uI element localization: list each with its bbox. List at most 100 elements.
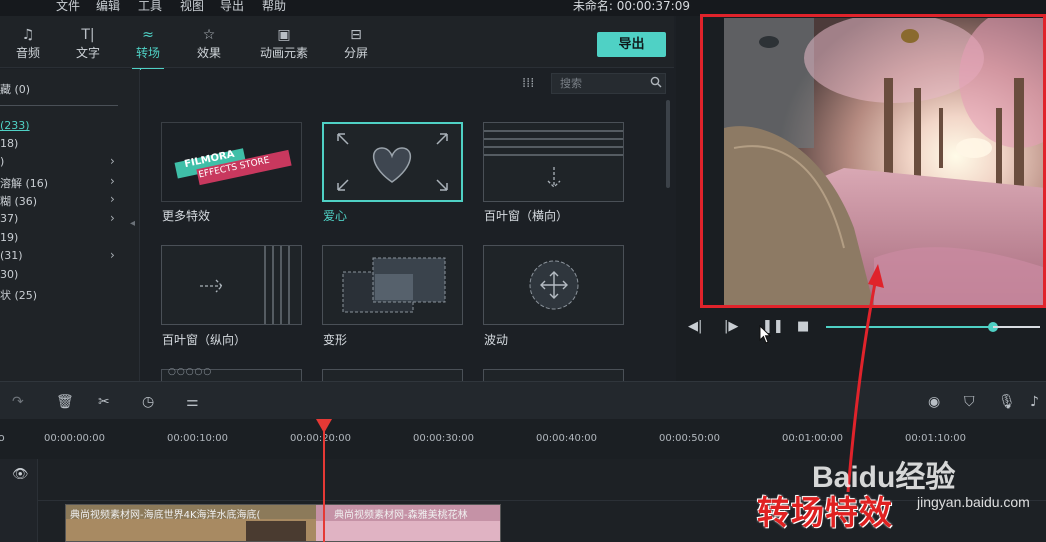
export-button[interactable]: 导出 xyxy=(597,32,666,57)
playhead-handle[interactable] xyxy=(316,419,332,433)
elements-icon: ▣ xyxy=(277,27,291,43)
menu-file[interactable]: 文件 xyxy=(56,0,80,14)
music-note-icon: ♫ xyxy=(21,27,35,43)
category-item-all[interactable]: (233) xyxy=(0,119,30,132)
chevron-right-icon[interactable]: › xyxy=(110,192,115,206)
marker-icon[interactable]: ⛉ xyxy=(964,394,975,410)
tab-split-screen[interactable]: ⊟ 分屏 xyxy=(328,26,384,61)
track-header: 👁 xyxy=(0,459,38,542)
ruler-zoom-icon[interactable]: o xyxy=(0,431,5,444)
step-back-icon[interactable]: ◀| xyxy=(688,319,702,334)
speed-clock-icon[interactable]: ◷ xyxy=(142,394,154,410)
transition-card-partial[interactable] xyxy=(483,369,624,381)
video-clip-track[interactable]: 典尚视频素材网-海底世界4K海洋水底海底( 典尚视频素材网-森雅美桃花林 xyxy=(65,504,501,542)
transition-icon: ≈ xyxy=(142,27,154,43)
transition-card-partial[interactable] xyxy=(322,369,463,381)
category-item[interactable]: 溶解 (16) xyxy=(0,175,48,191)
clip-title: 典尚视频素材网-森雅美桃花林 xyxy=(334,510,468,521)
split-screen-icon: ⊟ xyxy=(350,27,362,43)
tab-effects-label: 效果 xyxy=(196,46,221,60)
tab-transitions[interactable]: ≈ 转场 xyxy=(120,26,176,70)
stop-icon[interactable]: ■ xyxy=(797,319,809,334)
tab-text[interactable]: T| 文字 xyxy=(60,26,116,61)
menu-export[interactable]: 导出 xyxy=(220,0,244,14)
transition-label-selected: 爱心 xyxy=(323,209,348,223)
step-forward-icon[interactable]: |▶ xyxy=(724,319,738,334)
tab-text-label: 文字 xyxy=(75,46,100,60)
transition-card-ripple[interactable] xyxy=(483,245,624,325)
text-icon: T| xyxy=(81,27,95,43)
cut-icon[interactable]: ✂ xyxy=(98,394,110,410)
category-item[interactable]: 藏 (0) xyxy=(0,81,30,97)
transition-card-blinds-horizontal[interactable] xyxy=(483,122,624,202)
chevron-right-icon[interactable]: › xyxy=(110,211,115,225)
category-item[interactable]: 糊 (36) xyxy=(0,193,37,209)
heart-transition-icon xyxy=(337,133,448,191)
tab-split-label: 分屏 xyxy=(343,46,368,60)
category-item[interactable]: (31) xyxy=(0,249,23,262)
microphone-icon[interactable]: 🎙 xyxy=(998,394,1016,410)
ruler-tick: 00:00:30:00 xyxy=(413,433,475,444)
redo-icon[interactable]: ↷ xyxy=(12,394,24,410)
playback-slider-remaining[interactable] xyxy=(993,326,1040,328)
tab-audio-label: 音频 xyxy=(15,46,40,60)
category-item[interactable]: 37) xyxy=(0,212,18,225)
ruler-tick: 00:00:10:00 xyxy=(167,433,229,444)
transition-label: 波动 xyxy=(484,333,509,347)
search-icon[interactable] xyxy=(650,76,662,88)
ruler-tick: 00:00:20:00 xyxy=(290,433,352,444)
adjust-sliders-icon[interactable]: ⚌ xyxy=(186,394,199,410)
category-item[interactable]: 19) xyxy=(0,231,18,244)
ripple-icon xyxy=(529,260,579,310)
transition-card-partial[interactable]: ○○○○○ xyxy=(161,367,302,381)
tab-elements[interactable]: ▣ 动画元素 xyxy=(253,26,315,61)
transition-label: 百叶窗（横向） xyxy=(484,209,569,223)
ruler-tick: 00:00:00:00 xyxy=(44,433,106,444)
blinds-vertical-icon xyxy=(200,246,290,324)
collapse-panel-icon[interactable]: ◂ xyxy=(130,218,135,229)
category-item[interactable]: 18) xyxy=(0,137,18,150)
category-list: 藏 (0) (233) 18) ) › 溶解 (16) › 糊 (36) › 3… xyxy=(0,69,140,381)
category-item[interactable]: ) xyxy=(0,155,4,168)
chevron-right-icon[interactable]: › xyxy=(110,174,115,188)
search-input[interactable]: 搜索 xyxy=(551,73,666,94)
category-item[interactable]: 状 (25) xyxy=(0,287,37,303)
transition-label: 变形 xyxy=(323,333,348,347)
ruler-tick: 00:00:50:00 xyxy=(659,433,721,444)
tab-effects[interactable]: ☆ 效果 xyxy=(181,26,237,61)
transition-label: 百叶窗（纵向） xyxy=(162,333,247,347)
menu-edit[interactable]: 编辑 xyxy=(96,0,120,14)
project-title: 未命名: 00:00:37:09 xyxy=(572,0,690,13)
tab-audio[interactable]: ♫ 音频 xyxy=(0,26,56,61)
category-item[interactable]: 30) xyxy=(0,268,18,281)
eye-visibility-icon[interactable]: 👁 xyxy=(12,467,29,482)
render-icon[interactable]: ◉ xyxy=(928,394,940,410)
clip-title: 典尚视频素材网-海底世界4K海洋水底海底( xyxy=(70,510,261,521)
divider xyxy=(0,105,118,106)
effects-icon: ☆ xyxy=(202,27,216,43)
transition-card-more-effects[interactable]: FILMORA EFFECTS STORE xyxy=(161,122,302,202)
transition-label: 更多特效 xyxy=(162,209,211,223)
dots-icon: ○○○○○ xyxy=(168,367,213,377)
morph-icon xyxy=(342,257,446,313)
menu-help[interactable]: 帮助 xyxy=(262,0,286,14)
transition-card-morph[interactable] xyxy=(322,245,463,325)
chevron-right-icon[interactable]: › xyxy=(110,154,115,168)
transition-card-heart[interactable] xyxy=(322,122,463,202)
menu-tools[interactable]: 工具 xyxy=(138,0,162,14)
menu-view[interactable]: 视图 xyxy=(180,0,204,14)
audio-mixer-icon[interactable]: ♪ xyxy=(1030,394,1039,410)
playhead-line[interactable] xyxy=(323,419,325,542)
delete-icon[interactable]: 🗑 xyxy=(56,394,74,410)
media-tab-bar: ♫ 音频 T| 文字 ≈ 转场 ☆ 效果 ▣ 动画元素 ⊟ 分屏 xyxy=(0,16,674,70)
track-divider xyxy=(38,500,1046,501)
transition-card-blinds-vertical[interactable] xyxy=(161,245,302,325)
tab-elements-label: 动画元素 xyxy=(259,46,308,60)
mouse-cursor-icon xyxy=(759,325,772,344)
chevron-right-icon[interactable]: › xyxy=(110,248,115,262)
tab-transitions-label: 转场 xyxy=(135,46,160,60)
library-scrollbar[interactable] xyxy=(666,100,670,188)
grid-view-icon[interactable]: ⁞⁞⁞ xyxy=(522,76,534,91)
ruler-tick: 00:01:10:00 xyxy=(905,433,967,444)
blinds-horizontal-icon xyxy=(484,130,623,188)
